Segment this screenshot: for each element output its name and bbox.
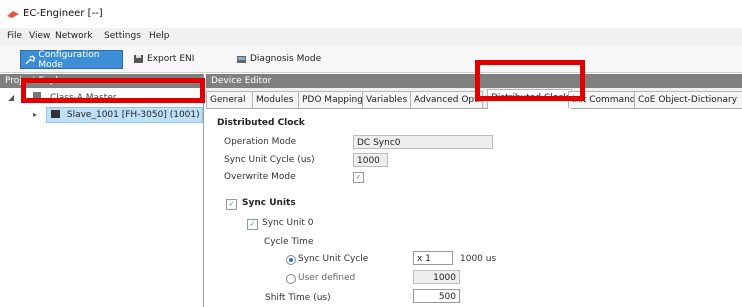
highlight-box-explorer — [21, 78, 205, 103]
sync-units-label: Sync Units — [242, 198, 296, 208]
toolbar: Configuration Mode Export ENI Diagnosis … — [0, 46, 742, 73]
sync-unit0-label: Sync Unit 0 — [262, 218, 314, 228]
highlight-box-distributed-clock — [475, 60, 585, 101]
project-explorer-panel: Project Explorer ◢ Class-A Master ▸ Slav… — [0, 74, 204, 307]
tab-advanced-options[interactable]: Advanced Options — [410, 91, 483, 108]
export-eni-button[interactable]: Export ENI — [129, 50, 199, 67]
shift-time-field[interactable]: 500 — [413, 289, 460, 303]
diagnosis-mode-label: Diagnosis Mode — [250, 53, 322, 64]
menu-help[interactable]: Help — [149, 31, 170, 41]
save-icon — [134, 54, 143, 63]
tab-general[interactable]: General — [206, 91, 256, 108]
editor-tab-strip: General Modules PDO Mapping Variables Ad… — [206, 88, 742, 109]
diagnosis-icon — [237, 55, 246, 63]
sync-unit-cycle-field[interactable]: 1000 — [353, 153, 388, 167]
cycle-multiplier-unit: 1000 us — [460, 254, 497, 264]
wrench-icon — [25, 54, 36, 64]
menu-file[interactable]: File — [7, 31, 22, 41]
shift-time-label: Shift Time (us) — [265, 293, 331, 303]
cycle-multiplier-field[interactable]: x 1 — [413, 251, 453, 265]
slave-device-icon — [51, 110, 60, 118]
tab-coe-object-dictionary[interactable]: CoE Object-Dictionary — [634, 91, 742, 108]
menu-bar: File View Network Settings Help — [0, 28, 742, 47]
user-defined-radio[interactable] — [286, 274, 296, 284]
configuration-mode-button[interactable]: Configuration Mode — [20, 49, 123, 70]
tab-pdo-mapping[interactable]: PDO Mapping — [298, 91, 367, 108]
overwrite-mode-label: Overwrite Mode — [224, 172, 296, 182]
tab-modules[interactable]: Modules — [252, 91, 303, 108]
user-defined-label: User defined — [298, 273, 356, 283]
menu-network[interactable]: Network — [55, 31, 93, 41]
configuration-mode-label: Configuration Mode — [38, 49, 100, 70]
window-title: EC-Engineer [--] — [23, 8, 103, 19]
title-bar: EC-Engineer [--] — [0, 0, 742, 29]
tree-item-slave-1001[interactable]: Slave_1001 [FH-3050] (1001) — [46, 107, 203, 123]
sync-unit-cycle-radio[interactable] — [286, 255, 296, 265]
operation-mode-select[interactable]: DC Sync0 — [353, 135, 493, 149]
sync-unit0-checkbox[interactable]: ✓ — [247, 219, 258, 230]
section-title: Distributed Clock — [217, 118, 305, 128]
menu-view[interactable]: View — [29, 31, 50, 41]
sync-unit-cycle-label: Sync Unit Cycle (us) — [224, 155, 315, 165]
slave-label: Slave_1001 [FH-3050] (1001) — [66, 110, 200, 120]
expand-arrow-icon[interactable]: ▸ — [33, 110, 37, 119]
menu-settings[interactable]: Settings — [104, 31, 141, 41]
cycle-time-label: Cycle Time — [264, 237, 314, 247]
sync-units-checkbox[interactable]: ✓ — [226, 199, 237, 210]
operation-mode-label: Operation Mode — [224, 137, 297, 147]
diagnosis-mode-button[interactable]: Diagnosis Mode — [232, 50, 322, 67]
sync-unit-cycle-radio-label: Sync Unit Cycle — [298, 254, 369, 264]
device-editor-panel: Device Editor General Modules PDO Mappin… — [206, 74, 742, 307]
tab-variables[interactable]: Variables — [362, 91, 415, 108]
collapse-arrow-icon[interactable]: ◢ — [8, 93, 14, 102]
app-icon — [7, 11, 19, 18]
user-defined-field[interactable]: 1000 — [413, 270, 460, 284]
overwrite-mode-checkbox[interactable]: ✓ — [353, 172, 364, 183]
export-eni-label: Export ENI — [147, 53, 195, 64]
device-editor-header: Device Editor — [206, 74, 742, 88]
